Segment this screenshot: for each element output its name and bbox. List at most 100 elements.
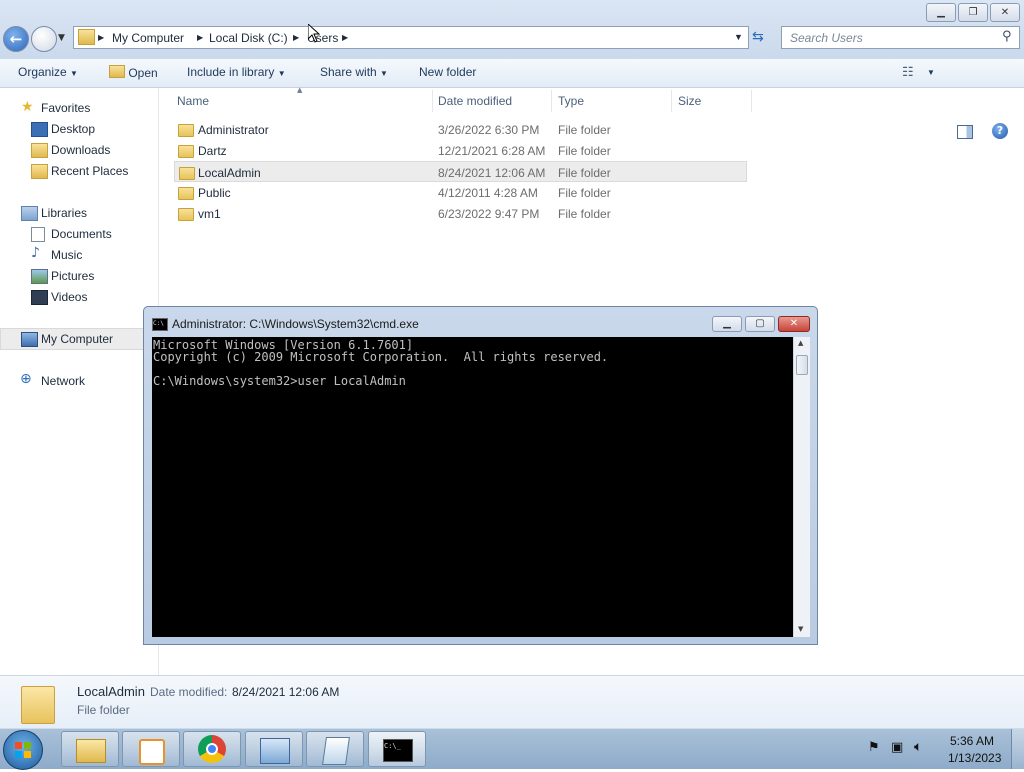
scroll-down-icon[interactable]: ▼ [798, 625, 803, 633]
file-row[interactable]: Administrator 3/26/2022 6:30 PM File fol… [174, 120, 747, 140]
new-folder-button[interactable]: New folder [419, 65, 476, 79]
forward-button[interactable] [31, 26, 57, 52]
open-folder-icon [109, 65, 125, 78]
file-row[interactable]: vm1 6/23/2022 9:47 PM File folder [174, 204, 747, 224]
address-history-dropdown[interactable]: ▼ [734, 32, 743, 42]
chevron-down-icon: ▼ [380, 69, 388, 78]
details-type: File folder [77, 703, 130, 717]
file-row[interactable]: Public 4/12/2011 4:28 AM File folder [174, 183, 747, 203]
file-type: File folder [558, 207, 611, 221]
column-divider[interactable] [551, 90, 552, 112]
file-date: 12/21/2021 6:28 AM [438, 144, 546, 158]
file-row-selected[interactable]: LocalAdmin 8/24/2021 12:06 AM File folde… [174, 161, 747, 182]
close-button[interactable]: ✕ [990, 3, 1020, 22]
change-view-button[interactable]: ☷ [902, 64, 914, 80]
breadcrumb-local-disk[interactable]: Local Disk (C:) [209, 31, 288, 45]
cmd-icon: C:\ [152, 318, 168, 331]
start-button[interactable] [3, 730, 43, 770]
include-in-library-button[interactable]: Include in library ▼ [187, 65, 286, 79]
large-folder-icon [21, 686, 55, 724]
nav-libraries[interactable]: Libraries [41, 206, 87, 220]
network-tray-icon[interactable]: ▣ [891, 740, 903, 755]
column-header-type[interactable]: Type [558, 94, 584, 108]
explorer-title-bar: ▁ ❐ ✕ ← ▼ ▶ My Computer ▶ Local Disk (C:… [0, 0, 1024, 59]
cmd-title: Administrator: C:\Windows\System32\cmd.e… [172, 317, 419, 331]
taskbar-notepad[interactable] [306, 731, 364, 767]
console-scrollbar[interactable]: ▲ ▼ [793, 337, 810, 637]
file-date: 4/12/2011 4:28 AM [438, 186, 538, 200]
taskbar-cmd[interactable]: C:\_ [368, 731, 426, 767]
organize-label: Organize [18, 65, 67, 79]
scroll-up-icon[interactable]: ▲ [798, 339, 803, 347]
nav-network[interactable]: Network [41, 374, 85, 388]
open-button[interactable]: Open [109, 65, 158, 80]
restore-button[interactable]: ❐ [958, 3, 988, 22]
network-icon: ⊕ [20, 371, 32, 387]
notepad-icon [322, 737, 350, 765]
column-header-size[interactable]: Size [678, 94, 701, 108]
explorer-icon [76, 739, 106, 763]
file-type: File folder [558, 186, 611, 200]
file-row[interactable]: Dartz 12/21/2021 6:28 AM File folder [174, 141, 747, 161]
column-header-date-modified[interactable]: Date modified [438, 94, 512, 108]
share-with-button[interactable]: Share with ▼ [320, 65, 388, 79]
taskbar-explorer[interactable] [61, 731, 119, 767]
file-name: vm1 [198, 207, 221, 221]
cmd-window[interactable]: C:\ Administrator: C:\Windows\System32\c… [143, 306, 818, 645]
nav-desktop[interactable]: Desktop [51, 122, 95, 136]
star-icon: ★ [21, 99, 34, 115]
clock-time[interactable]: 5:36 AM [950, 734, 994, 748]
taskbar-control-panel[interactable] [245, 731, 303, 767]
show-desktop-button[interactable] [1011, 729, 1024, 769]
taskbar-media-player[interactable] [122, 731, 180, 767]
column-divider[interactable] [432, 90, 433, 112]
refresh-button[interactable]: ⇆ [752, 29, 764, 45]
action-center-flag-icon[interactable]: ⚑ [868, 740, 880, 755]
scrollbar-thumb[interactable] [796, 355, 808, 375]
folder-icon [78, 29, 95, 45]
breadcrumb-separator-icon: ▶ [98, 33, 105, 42]
open-label: Open [128, 66, 158, 80]
details-name: LocalAdmin [77, 684, 145, 699]
folder-icon [178, 124, 194, 137]
minimize-button[interactable]: ▁ [926, 3, 956, 22]
file-date: 8/24/2021 12:06 AM [438, 166, 546, 180]
file-date: 6/23/2022 9:47 PM [438, 207, 540, 221]
console-screen[interactable]: Microsoft Windows [Version 6.1.7601] Cop… [152, 337, 793, 637]
preview-pane-button[interactable] [957, 125, 973, 139]
include-in-library-label: Include in library [187, 65, 275, 79]
cmd-maximize-button[interactable]: ▢ [745, 316, 775, 332]
downloads-icon [31, 143, 48, 158]
breadcrumb-my-computer[interactable]: My Computer [112, 31, 184, 45]
back-button[interactable]: ← [3, 26, 29, 52]
column-divider[interactable] [751, 90, 752, 112]
nav-music[interactable]: Music [51, 248, 82, 262]
column-header-name[interactable]: Name [177, 94, 209, 108]
file-name: Public [198, 186, 231, 200]
search-input[interactable]: Search Users ⚲ [781, 26, 1020, 49]
taskbar-chrome[interactable] [183, 731, 241, 767]
nav-pictures[interactable]: Pictures [51, 269, 94, 283]
command-bar: Organize ▼ Open Include in library ▼ Sha… [0, 59, 1024, 139]
volume-icon[interactable]: 🔈︎ [914, 739, 922, 755]
nav-downloads[interactable]: Downloads [51, 143, 110, 157]
recent-pages-dropdown[interactable]: ▼ [58, 33, 65, 43]
organize-button[interactable]: Organize ▼ [18, 65, 78, 79]
nav-recent-places[interactable]: Recent Places [51, 164, 128, 178]
address-bar[interactable]: ▶ My Computer ▶ Local Disk (C:) ▶ Users … [73, 26, 749, 49]
search-icon[interactable]: ⚲ [1002, 29, 1012, 44]
view-dropdown[interactable]: ▼ [927, 68, 935, 77]
nav-documents[interactable]: Documents [51, 227, 112, 241]
nav-videos[interactable]: Videos [51, 290, 87, 304]
nav-my-computer[interactable]: My Computer [41, 332, 113, 346]
column-divider[interactable] [671, 90, 672, 112]
folder-icon [178, 145, 194, 158]
cmd-minimize-button[interactable]: ▁ [712, 316, 742, 332]
nav-favorites[interactable]: Favorites [41, 101, 90, 115]
mouse-cursor-icon [308, 24, 320, 43]
help-button[interactable]: ? [992, 123, 1008, 139]
breadcrumb-separator-icon: ▶ [342, 33, 349, 42]
clock-date[interactable]: 1/13/2023 [948, 751, 1001, 765]
console-line: Copyright (c) 2009 Microsoft Corporation… [153, 350, 609, 364]
cmd-close-button[interactable]: ✕ [778, 316, 810, 332]
